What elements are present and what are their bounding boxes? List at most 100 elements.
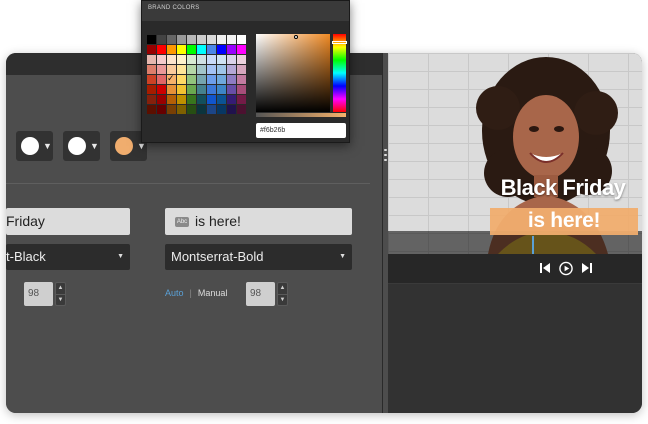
palette-color-cell[interactable] <box>207 65 216 74</box>
palette-color-cell[interactable] <box>187 75 196 84</box>
palette-color-cell[interactable] <box>167 45 176 54</box>
palette-color-cell[interactable] <box>227 75 236 84</box>
palette-color-cell[interactable] <box>237 55 246 64</box>
chevron-down-icon[interactable]: ▼ <box>278 293 287 306</box>
palette-color-cell[interactable] <box>207 105 216 114</box>
palette-color-cell[interactable] <box>237 75 246 84</box>
palette-color-cell[interactable] <box>227 105 236 114</box>
palette-color-cell[interactable] <box>237 105 246 114</box>
palette-color-cell[interactable] <box>177 105 186 114</box>
preview-title-line1[interactable]: Black Friday <box>484 175 642 201</box>
line2-text-input[interactable]: Abc is here! <box>165 208 352 235</box>
palette-color-cell[interactable] <box>237 95 246 104</box>
palette-color-cell[interactable] <box>147 65 156 74</box>
palette-color-cell[interactable] <box>187 95 196 104</box>
palette-color-cell[interactable] <box>217 65 226 74</box>
mode-manual-option[interactable]: Manual <box>198 288 228 298</box>
play-icon[interactable] <box>559 261 573 275</box>
palette-color-cell[interactable] <box>157 45 166 54</box>
palette-color-cell[interactable] <box>227 45 236 54</box>
palette-color-cell[interactable] <box>237 35 246 44</box>
line2-size-stepper[interactable]: ▲ ▼ <box>277 282 288 306</box>
palette-color-cell[interactable] <box>177 85 186 94</box>
palette-color-cell[interactable] <box>197 55 206 64</box>
line1-font-select[interactable]: t-Black ▼ <box>6 244 130 270</box>
chevron-up-icon[interactable]: ▲ <box>278 283 287 294</box>
palette-color-cell[interactable] <box>177 55 186 64</box>
line2-size-input[interactable]: 98 <box>246 282 275 306</box>
palette-color-cell[interactable] <box>197 75 206 84</box>
palette-color-cell[interactable] <box>147 85 156 94</box>
resize-handle-icon[interactable] <box>384 149 387 161</box>
palette-color-cell[interactable] <box>187 65 196 74</box>
palette-color-cell[interactable] <box>177 75 186 84</box>
palette-color-cell[interactable] <box>217 55 226 64</box>
palette-color-cell[interactable] <box>237 65 246 74</box>
palette-color-cell[interactable] <box>207 85 216 94</box>
text-color-button[interactable]: ▼ <box>16 131 53 161</box>
palette-color-cell[interactable] <box>187 45 196 54</box>
line2-font-select[interactable]: Montserrat-Bold ▼ <box>165 244 352 270</box>
palette-color-cell[interactable] <box>147 105 156 114</box>
hue-slider[interactable] <box>333 34 346 112</box>
palette-color-cell[interactable] <box>217 75 226 84</box>
palette-color-cell[interactable] <box>237 45 246 54</box>
palette-color-cell[interactable] <box>167 35 176 44</box>
palette-color-cell[interactable] <box>227 65 236 74</box>
mode-auto-option[interactable]: Auto <box>165 288 184 298</box>
palette-color-cell[interactable] <box>237 85 246 94</box>
palette-color-cell[interactable] <box>177 65 186 74</box>
palette-color-cell[interactable] <box>197 65 206 74</box>
palette-color-cell[interactable] <box>207 95 216 104</box>
preview-video-frame[interactable]: Black Friday is here! <box>388 53 642 254</box>
palette-color-cell[interactable] <box>157 65 166 74</box>
palette-color-cell[interactable] <box>167 85 176 94</box>
palette-color-cell[interactable] <box>147 35 156 44</box>
outline-color-button[interactable]: ▼ <box>63 131 100 161</box>
palette-color-cell[interactable] <box>217 105 226 114</box>
palette-color-cell[interactable] <box>147 55 156 64</box>
palette-color-cell[interactable] <box>177 35 186 44</box>
palette-color-cell[interactable] <box>197 35 206 44</box>
palette-color-cell[interactable] <box>157 35 166 44</box>
palette-color-cell[interactable] <box>197 105 206 114</box>
palette-color-cell[interactable] <box>167 95 176 104</box>
palette-color-cell[interactable] <box>147 45 156 54</box>
line1-size-stepper[interactable]: ▲ ▼ <box>55 282 66 306</box>
palette-color-cell[interactable] <box>217 45 226 54</box>
hue-knob[interactable] <box>332 41 347 44</box>
palette-color-cell[interactable] <box>157 55 166 64</box>
hex-color-input[interactable]: #f6b26b <box>256 123 346 138</box>
palette-color-cell[interactable] <box>227 35 236 44</box>
palette-color-cell[interactable] <box>157 85 166 94</box>
palette-color-cell[interactable] <box>207 45 216 54</box>
line1-size-input[interactable]: 98 <box>24 282 53 306</box>
palette-color-cell[interactable] <box>167 105 176 114</box>
palette-color-cell[interactable] <box>197 95 206 104</box>
saturation-knob[interactable] <box>294 35 298 39</box>
palette-color-cell[interactable] <box>227 95 236 104</box>
palette-color-cell[interactable] <box>227 55 236 64</box>
skip-forward-icon[interactable] <box>580 261 594 275</box>
palette-color-cell[interactable] <box>207 55 216 64</box>
palette-color-cell[interactable] <box>177 45 186 54</box>
palette-color-cell[interactable] <box>147 75 156 84</box>
palette-color-cell[interactable] <box>197 85 206 94</box>
palette-color-cell[interactable] <box>157 105 166 114</box>
chevron-up-icon[interactable]: ▲ <box>56 283 65 294</box>
palette-color-cell[interactable] <box>187 85 196 94</box>
palette-color-cell[interactable] <box>197 45 206 54</box>
palette-color-cell[interactable] <box>167 55 176 64</box>
palette-color-cell[interactable] <box>167 73 176 84</box>
palette-color-cell[interactable] <box>207 75 216 84</box>
palette-color-cell[interactable] <box>187 105 196 114</box>
palette-color-cell[interactable] <box>157 95 166 104</box>
skip-back-icon[interactable] <box>538 261 552 275</box>
palette-color-cell[interactable] <box>207 35 216 44</box>
palette-color-cell[interactable] <box>217 95 226 104</box>
saturation-value-area[interactable] <box>256 34 330 112</box>
palette-color-cell[interactable] <box>227 85 236 94</box>
alpha-slider[interactable] <box>256 113 346 117</box>
palette-color-cell[interactable] <box>157 75 166 84</box>
preview-title-line2[interactable]: is here! <box>490 209 638 233</box>
